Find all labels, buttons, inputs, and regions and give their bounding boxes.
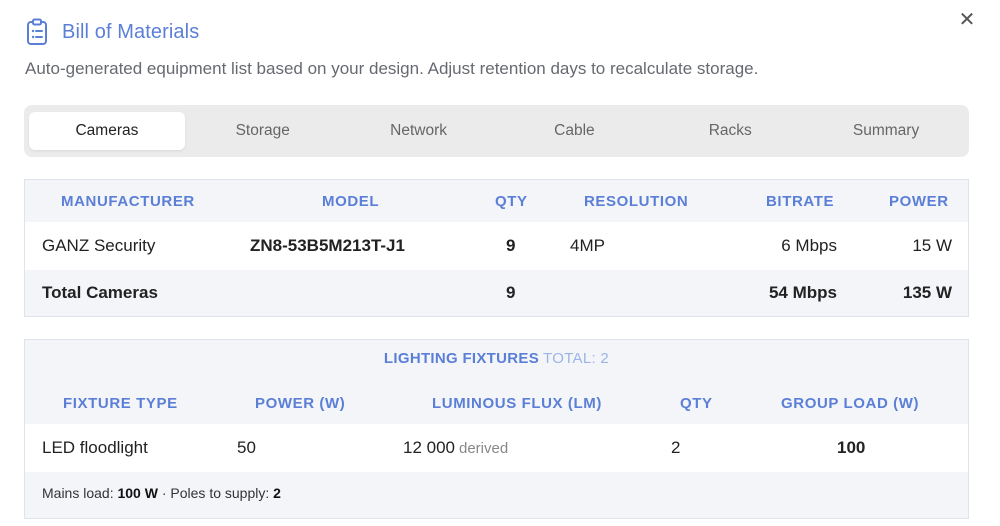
column-header-qty: QTY	[495, 192, 528, 210]
column-header-manufacturer: MANUFACTURER	[61, 192, 195, 210]
column-header-resolution: RESOLUTION	[584, 192, 689, 210]
mains-load-value: 100 W	[117, 485, 158, 501]
flux-derived-note: derived	[459, 439, 509, 457]
total-label: Total Cameras	[42, 283, 158, 302]
total-power: 135 W	[902, 283, 952, 302]
mains-load-label: Mains load:	[42, 485, 114, 501]
cell-qty: 9	[506, 236, 516, 255]
footer-separator: ·	[161, 485, 167, 501]
cell-luminous-flux: 12 000 derived	[403, 424, 508, 472]
tab-bar: Cameras Storage Network Cable Racks Summ…	[24, 105, 969, 157]
total-qty: 9	[506, 283, 516, 302]
lighting-footer: Mains load: 100 W · Poles to supply: 2	[42, 485, 281, 501]
lighting-title-text: LIGHTING FIXTURES	[383, 350, 540, 367]
column-header-model: MODEL	[322, 192, 380, 210]
cell-bitrate: 6 Mbps	[781, 236, 837, 255]
tab-storage[interactable]: Storage	[185, 112, 341, 150]
column-header-fixture-type: FIXTURE TYPE	[63, 394, 178, 412]
column-header-power-w: POWER (W)	[255, 394, 346, 412]
lighting-total: TOTAL: 2	[543, 350, 610, 367]
cell-model: ZN8-53B5M213T-J1	[250, 236, 405, 255]
poles-label: Poles to supply:	[170, 485, 270, 501]
table-header-row: MANUFACTURER MODEL QTY RESOLUTION BITRAT…	[25, 180, 968, 222]
modal-header: Bill of Materials	[24, 18, 199, 46]
modal-title: Bill of Materials	[62, 20, 200, 43]
table-total-row: Total Cameras 9 54 Mbps 135 W	[25, 270, 968, 316]
column-header-group-load: GROUP LOAD (W)	[781, 394, 920, 412]
column-header-power: POWER	[889, 192, 949, 210]
column-header-bitrate: BITRATE	[766, 192, 835, 210]
tab-network[interactable]: Network	[341, 112, 497, 150]
lighting-header-row: FIXTURE TYPE POWER (W) LUMINOUS FLUX (LM…	[25, 382, 968, 424]
flux-value: 12 000	[403, 438, 455, 457]
cell-fixture-type: LED floodlight	[42, 438, 148, 457]
clipboard-list-icon	[27, 18, 47, 45]
table-row: LED floodlight 50 12 000 derived 2 100	[25, 424, 968, 472]
close-icon[interactable]: ✕	[956, 8, 978, 31]
cameras-table: MANUFACTURER MODEL QTY RESOLUTION BITRAT…	[24, 179, 969, 317]
lighting-title: LIGHTING FIXTURES TOTAL: 2	[25, 350, 968, 367]
column-header-qty: QTY	[680, 394, 713, 412]
cell-group-load: 100	[837, 438, 866, 457]
tab-summary[interactable]: Summary	[808, 112, 964, 150]
cell-power: 50	[237, 438, 256, 457]
tab-cable[interactable]: Cable	[496, 112, 652, 150]
cell-qty: 2	[671, 438, 681, 457]
cell-power: 15 W	[912, 236, 952, 255]
cell-manufacturer: GANZ Security	[42, 236, 156, 255]
poles-value: 2	[273, 485, 281, 501]
column-header-luminous-flux: LUMINOUS FLUX (LM)	[432, 394, 602, 412]
lighting-fixtures-panel: LIGHTING FIXTURES TOTAL: 2 FIXTURE TYPE P…	[24, 339, 969, 519]
tab-cameras[interactable]: Cameras	[29, 112, 185, 150]
table-row: GANZ Security ZN8-53B5M213T-J1 9 4MP 6 M…	[25, 222, 968, 270]
modal-subtitle: Auto-generated equipment list based on y…	[25, 59, 759, 78]
cell-resolution: 4MP	[570, 236, 605, 255]
tab-racks[interactable]: Racks	[652, 112, 808, 150]
total-bitrate: 54 Mbps	[768, 283, 837, 302]
